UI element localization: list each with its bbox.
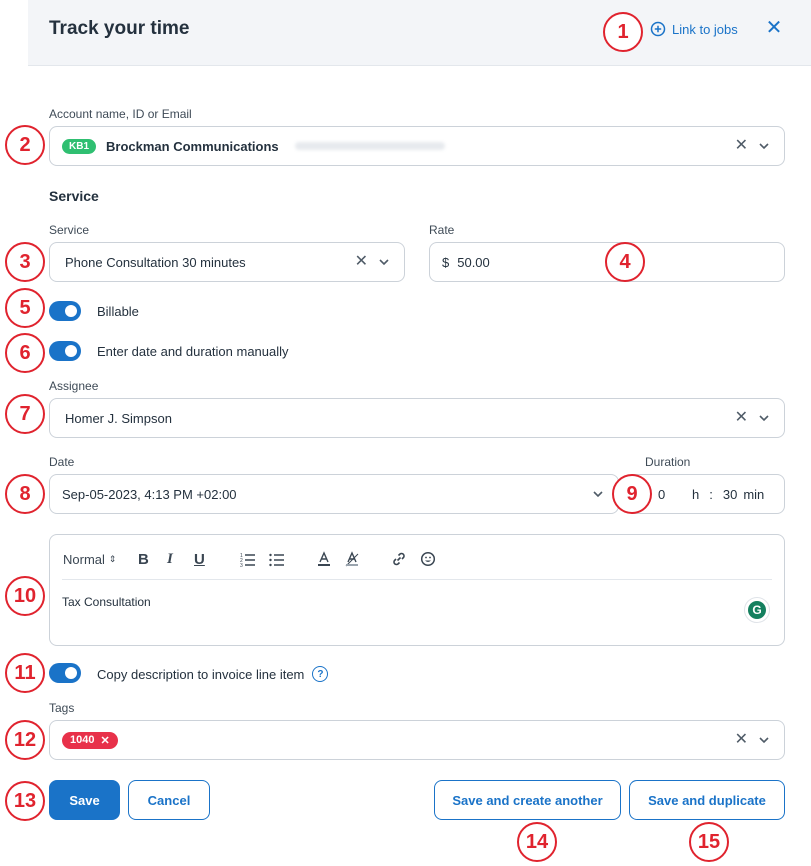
- service-value: Phone Consultation 30 minutes: [65, 254, 246, 270]
- annotation-marker: 3: [5, 242, 45, 282]
- duration-minutes[interactable]: 30: [723, 487, 737, 502]
- service-select[interactable]: Phone Consultation 30 minutes ✕: [49, 242, 405, 282]
- duration-label: Duration: [645, 455, 691, 469]
- ordered-list-icon[interactable]: 123: [240, 549, 256, 569]
- assignee-label: Assignee: [49, 379, 99, 393]
- text-color-icon[interactable]: [316, 549, 332, 569]
- tag-chip-label: 1040: [70, 734, 95, 746]
- close-icon[interactable]: ✕: [764, 18, 784, 38]
- date-label: Date: [49, 455, 75, 469]
- svg-text:3: 3: [240, 563, 243, 567]
- remove-tag-icon[interactable]: ✕: [100, 734, 109, 747]
- updown-icon: ⇕: [108, 553, 117, 564]
- clear-account-icon[interactable]: ✕: [735, 138, 748, 154]
- underline-icon[interactable]: U: [194, 549, 205, 569]
- save-and-duplicate-button[interactable]: Save and duplicate: [629, 780, 785, 820]
- tags-label: Tags: [49, 701, 75, 715]
- tags-select[interactable]: 1040 ✕ ✕: [49, 720, 785, 760]
- account-id-badge: KB1: [62, 138, 97, 154]
- billable-label: Billable: [97, 304, 139, 319]
- copy-description-toggle[interactable]: [49, 663, 81, 683]
- manual-entry-label: Enter date and duration manually: [97, 344, 289, 359]
- description-editor[interactable]: Normal ⇕ B I U 123 Tax Consultation G: [49, 534, 785, 646]
- chevron-down-icon[interactable]: [756, 732, 772, 748]
- duration-hours[interactable]: 0: [658, 487, 686, 502]
- annotation-marker: 7: [5, 394, 45, 434]
- chevron-down-icon[interactable]: [756, 138, 772, 154]
- copy-description-row: Copy description to invoice line item ?: [97, 666, 329, 682]
- assignee-select[interactable]: Homer J. Simpson ✕: [49, 398, 785, 438]
- date-value: Sep-05-2023, 4:13 PM +02:00: [62, 486, 237, 502]
- bullet-list-icon[interactable]: [269, 549, 285, 569]
- annotation-marker: 6: [5, 333, 45, 373]
- account-email-redacted: [294, 142, 445, 150]
- copy-description-label: Copy description to invoice line item: [97, 666, 305, 682]
- annotation-marker: 12: [5, 720, 45, 760]
- save-and-create-another-button[interactable]: Save and create another: [434, 780, 621, 820]
- service-label: Service: [49, 223, 90, 237]
- duration-separator: :: [709, 486, 713, 502]
- text-style-select[interactable]: Normal ⇕: [63, 549, 116, 569]
- save-button[interactable]: Save: [49, 780, 120, 820]
- chevron-down-icon[interactable]: [756, 410, 772, 426]
- link-icon[interactable]: [391, 549, 407, 569]
- annotation-marker: 11: [5, 653, 45, 693]
- link-to-jobs-label: Link to jobs: [672, 21, 738, 37]
- toolbar-divider: [62, 579, 772, 580]
- annotation-marker: 1: [603, 12, 643, 52]
- chevron-down-icon[interactable]: [590, 486, 606, 502]
- help-icon[interactable]: ?: [312, 666, 329, 682]
- cancel-button[interactable]: Cancel: [128, 780, 210, 820]
- emoji-icon[interactable]: [420, 549, 436, 569]
- clear-tags-icon[interactable]: ✕: [735, 732, 748, 748]
- currency-symbol: $: [442, 254, 450, 270]
- account-label: Account name, ID or Email: [49, 107, 192, 121]
- annotation-marker: 9: [612, 474, 652, 514]
- plus-circle-icon: [650, 21, 666, 37]
- page-title: Track your time: [49, 18, 190, 39]
- highlight-icon[interactable]: [344, 549, 360, 569]
- annotation-marker: 13: [5, 781, 45, 821]
- annotation-marker: 14: [517, 822, 557, 862]
- bold-icon[interactable]: B: [138, 549, 149, 569]
- chevron-down-icon[interactable]: [376, 254, 392, 270]
- billable-toggle[interactable]: [49, 301, 81, 321]
- clear-assignee-icon[interactable]: ✕: [735, 410, 748, 426]
- rate-label: Rate: [429, 223, 455, 237]
- minutes-unit: min: [743, 486, 765, 502]
- annotation-marker: 10: [5, 576, 45, 616]
- grammarly-icon[interactable]: G: [744, 597, 770, 623]
- account-select[interactable]: KB1 Brockman Communications ✕: [49, 126, 785, 166]
- assignee-value: Homer J. Simpson: [65, 410, 172, 426]
- account-name: Brockman Communications: [106, 138, 279, 154]
- service-section-title: Service: [49, 188, 99, 204]
- link-to-jobs-button[interactable]: Link to jobs: [650, 19, 738, 39]
- tag-chip[interactable]: 1040 ✕: [62, 731, 118, 749]
- manual-entry-toggle[interactable]: [49, 341, 81, 361]
- annotation-marker: 5: [5, 288, 45, 328]
- clear-service-icon[interactable]: ✕: [355, 254, 368, 270]
- annotation-marker: 8: [5, 474, 45, 514]
- date-picker[interactable]: Sep-05-2023, 4:13 PM +02:00: [49, 474, 619, 514]
- italic-icon[interactable]: I: [167, 549, 173, 569]
- annotation-marker: 15: [689, 822, 729, 862]
- annotation-marker: 4: [605, 242, 645, 282]
- hours-unit: h: [692, 486, 700, 502]
- text-style-value: Normal: [63, 551, 105, 567]
- description-text[interactable]: Tax Consultation: [62, 595, 151, 609]
- annotation-marker: 2: [5, 125, 45, 165]
